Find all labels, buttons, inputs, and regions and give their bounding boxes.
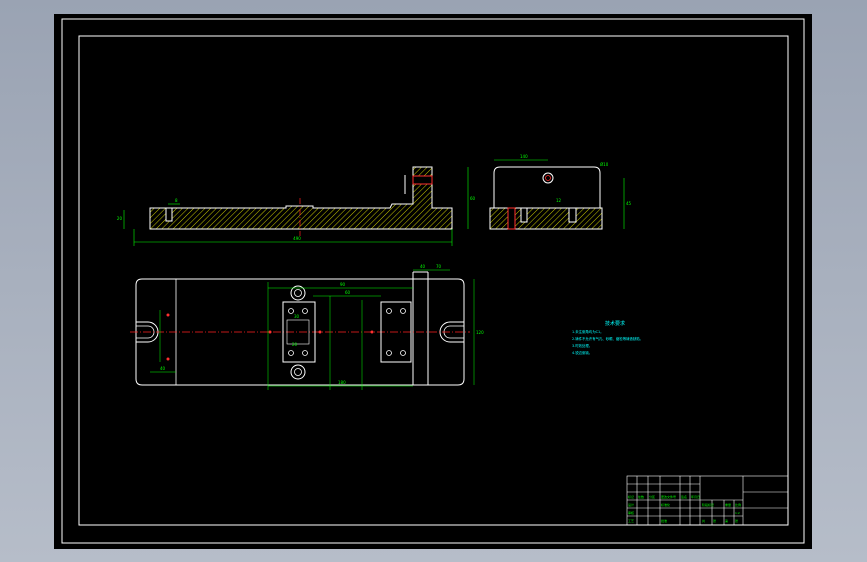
tb-cell-7: 标准化 <box>661 502 670 507</box>
dim-front-post: 60 <box>470 196 476 201</box>
side-view-hatch <box>489 207 603 230</box>
notes-line-2: 2.铸件不允许有气孔、砂眼、缩松等铸造缺陷。 <box>572 336 643 341</box>
tb-cell-13: 批准 <box>661 518 667 523</box>
dim-side-height: 45 <box>626 201 632 206</box>
front-slot <box>165 207 173 222</box>
dim-plan-small-2: 20 <box>292 342 298 347</box>
tb-cell-11: 审核 <box>628 510 634 515</box>
side-slot-2 <box>520 207 528 223</box>
plan-mark-1 <box>166 313 170 317</box>
tb-cell-10: 比例 <box>735 502 741 507</box>
tb-cell-1: 处数 <box>638 494 644 499</box>
notes-title: 技术要求 <box>605 320 625 327</box>
dim-side-hole: Ø10 <box>600 162 609 167</box>
side-slot-3 <box>568 207 577 223</box>
dim-plan-top-1: 90 <box>340 282 346 287</box>
tb-cell-17: 张 <box>735 518 738 523</box>
cad-viewport[interactable]: 490 20 8 60 140 Ø10 45 12 90 60 40 70 12… <box>0 0 867 562</box>
tb-cell-0: 标记 <box>628 494 634 499</box>
tb-cell-4: 签名 <box>681 494 687 499</box>
drawing-canvas[interactable]: 490 20 8 60 140 Ø10 45 12 90 60 40 70 12… <box>0 0 867 562</box>
tb-cell-3: 更改文件号 <box>661 494 676 499</box>
plan-mark-4 <box>318 330 322 334</box>
tb-cell-16: 第 <box>725 518 728 523</box>
dim-plan-top-2: 60 <box>345 290 351 295</box>
plan-mark-2 <box>166 357 170 361</box>
dim-front-height: 20 <box>117 216 123 221</box>
dim-side-width: 140 <box>520 154 528 159</box>
dim-side-slot: 12 <box>556 198 562 203</box>
dim-plan-top-3: 40 <box>420 264 426 269</box>
notes-line-4: 4.锐边倒钝。 <box>572 350 592 355</box>
dim-front-length: 490 <box>293 236 301 241</box>
tb-cell-15: 张 <box>713 518 716 523</box>
dim-plan-top-4: 70 <box>436 264 442 269</box>
dim-plan-small-1: 30 <box>294 314 300 319</box>
plan-mark-3 <box>268 330 272 334</box>
tb-cell-12: 工艺 <box>628 518 634 523</box>
notes-line-3: 3.时效处理。 <box>572 343 592 348</box>
side-slot-1 <box>507 207 516 230</box>
tb-cell-6: 设计 <box>628 502 634 507</box>
dim-plan-bottom-1: 40 <box>160 366 166 371</box>
tb-cell-14: 共 <box>702 518 705 523</box>
tb-cell-9: 重量 <box>725 502 731 507</box>
front-post-hole <box>412 175 433 185</box>
plan-mark-5 <box>370 330 374 334</box>
tb-cell-8: 阶段标记 <box>702 502 714 507</box>
drawing-sheet <box>54 14 812 549</box>
tb-cell-2: 分区 <box>649 494 655 499</box>
notes-line-1: 1.未注倒角均为C1。 <box>572 329 604 334</box>
dim-plan-side: 120 <box>476 330 484 335</box>
tb-cell-18: 1:2 <box>735 511 740 515</box>
dim-plan-bottom-2: 180 <box>338 380 346 385</box>
tb-cell-5: 年月日 <box>691 494 700 499</box>
